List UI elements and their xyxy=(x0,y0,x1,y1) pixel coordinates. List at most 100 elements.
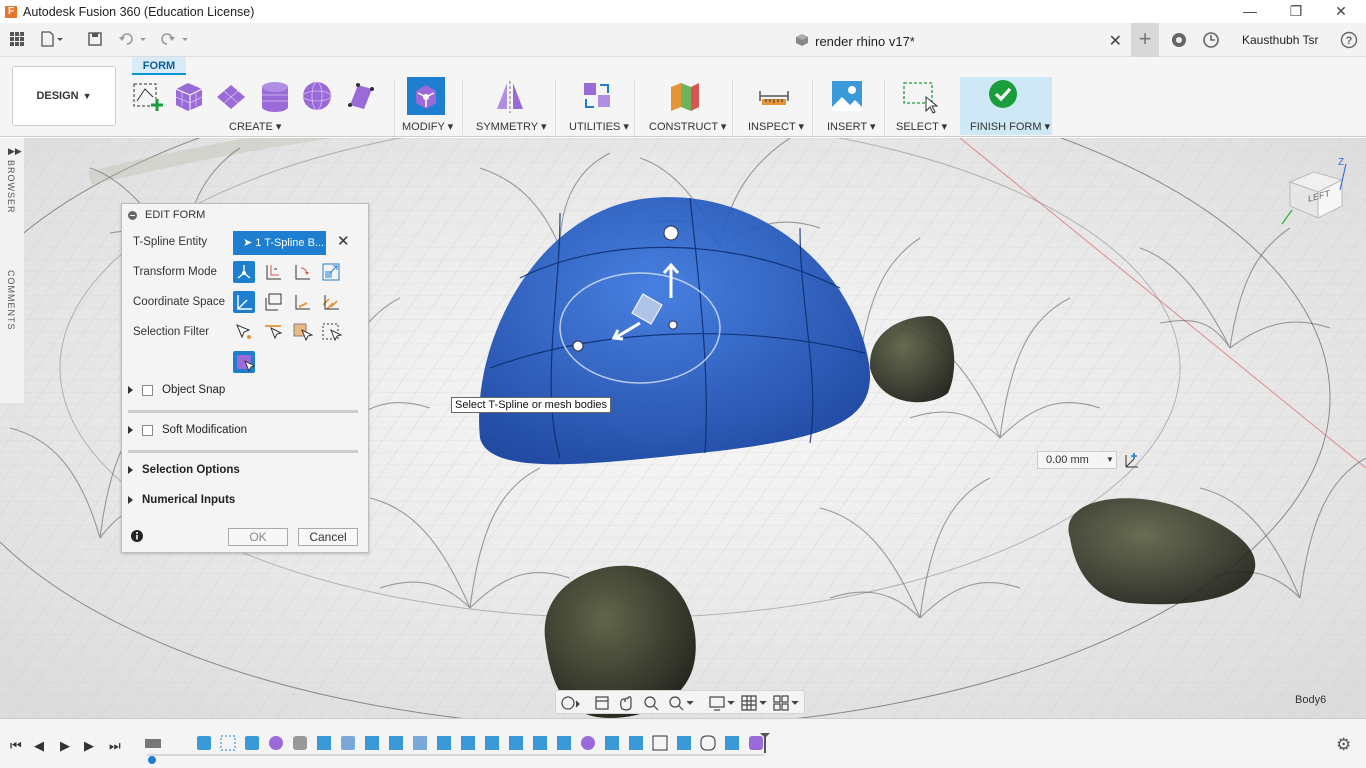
create-menu[interactable]: CREATE ▾ xyxy=(229,120,281,133)
component-icon xyxy=(795,33,809,50)
distance-dropdown-icon[interactable]: ▼ xyxy=(1106,455,1114,464)
step-back-icon[interactable]: ◀ xyxy=(34,738,44,754)
utilities-icon[interactable] xyxy=(580,79,614,113)
ribbon-toolbar: DESIGN ▼ FORM CREATE ▾ MODIFY ▾ SYMMETRY… xyxy=(0,57,1366,137)
world-space-icon[interactable] xyxy=(233,291,255,313)
expand-browser-icon[interactable]: ▶▶ xyxy=(8,146,22,157)
tab-form[interactable]: FORM xyxy=(132,57,186,75)
body-filter-icon[interactable] xyxy=(233,351,257,373)
object-filter-icon[interactable] xyxy=(320,321,343,343)
divider xyxy=(128,410,358,413)
title-bar: F Autodesk Fusion 360 (Education License… xyxy=(0,0,1366,23)
tspline-entity-value: 1 T-Spline B... xyxy=(255,237,325,249)
redo-icon[interactable] xyxy=(160,31,188,49)
step-forward-icon[interactable]: ▶ xyxy=(84,738,94,754)
restore-button[interactable]: ❐ xyxy=(1273,0,1319,23)
view-space-icon[interactable] xyxy=(262,291,284,313)
workspace-switcher[interactable]: DESIGN ▼ xyxy=(12,66,116,126)
construct-menu[interactable]: CONSTRUCT ▾ xyxy=(649,120,726,133)
user-account[interactable]: Kausthubh Tsr xyxy=(1242,33,1319,47)
multi-transform-icon[interactable] xyxy=(233,261,255,283)
tspline-entity-label: T-Spline Entity xyxy=(133,236,208,248)
comments-tab[interactable]: COMMENTS xyxy=(6,270,16,331)
file-menu-icon[interactable] xyxy=(40,31,63,49)
document-tab[interactable]: render rhino v17* ✕ xyxy=(580,29,1130,53)
extensions-icon[interactable] xyxy=(1170,31,1188,49)
edit-form-icon[interactable] xyxy=(407,77,445,115)
distance-value: 0.00 mm xyxy=(1046,454,1089,466)
construct-plane-icon[interactable] xyxy=(668,79,702,113)
distance-input[interactable]: 0.00 mm xyxy=(1037,451,1117,469)
app-grid-icon[interactable] xyxy=(8,31,26,49)
vertex-filter-icon[interactable] xyxy=(233,321,255,343)
divider xyxy=(128,450,358,453)
insert-menu[interactable]: INSERT ▾ xyxy=(827,120,876,133)
svg-text:?: ? xyxy=(1346,35,1353,47)
rotation-icon[interactable] xyxy=(291,261,313,283)
browser-tab[interactable]: BROWSER xyxy=(6,160,16,214)
document-title: render rhino v17* xyxy=(815,33,915,49)
finish-form-menu[interactable]: FINISH FORM ▾ xyxy=(970,120,1050,133)
per-entity-space-icon[interactable] xyxy=(320,291,342,313)
numerical-inputs-row[interactable]: Numerical Inputs xyxy=(128,494,235,506)
create-sphere-icon[interactable] xyxy=(300,79,334,113)
navigation-bar xyxy=(555,690,805,714)
soft-modification-checkbox[interactable] xyxy=(142,424,153,436)
selection-tooltip: Select T-Spline or mesh bodies xyxy=(451,397,612,413)
go-to-end-icon[interactable]: ⏭ xyxy=(109,738,121,754)
job-status-icon[interactable] xyxy=(1202,31,1220,49)
create-box-sketch-icon[interactable] xyxy=(131,79,165,113)
transform-mode-label: Transform Mode xyxy=(133,266,217,278)
timeline-settings-gear-icon[interactable]: ⚙ xyxy=(1336,735,1351,755)
collapse-panel-icon[interactable] xyxy=(128,210,137,220)
go-to-start-icon[interactable]: ⏮ xyxy=(10,738,22,754)
create-face-icon[interactable] xyxy=(344,79,378,113)
measure-icon[interactable] xyxy=(757,79,791,113)
soft-modification-row[interactable]: Soft Modification xyxy=(128,424,247,436)
scale-icon[interactable] xyxy=(320,261,342,283)
play-icon[interactable]: ▶ xyxy=(60,738,70,754)
insert-canvas-icon[interactable] xyxy=(830,79,864,113)
symmetry-menu[interactable]: SYMMETRY ▾ xyxy=(476,120,547,133)
local-space-icon[interactable] xyxy=(291,291,313,313)
create-box-icon[interactable] xyxy=(172,79,206,113)
create-cylinder-icon[interactable] xyxy=(258,79,292,113)
close-document-button[interactable]: ✕ xyxy=(1109,31,1122,51)
ok-button[interactable]: OK xyxy=(228,528,288,546)
select-menu[interactable]: SELECT ▾ xyxy=(896,120,947,133)
help-icon[interactable]: ? xyxy=(1340,31,1358,49)
tspline-entity-selector[interactable]: ➤ 1 T-Spline B... xyxy=(233,231,326,255)
manipulator-toggle-icon[interactable] xyxy=(1123,451,1141,472)
translation-icon[interactable] xyxy=(262,261,284,283)
chevron-down-icon: ▼ xyxy=(82,91,92,101)
object-snap-checkbox[interactable] xyxy=(142,384,153,396)
selection-options-row[interactable]: Selection Options xyxy=(128,464,240,476)
clear-selection-icon[interactable]: ✕ xyxy=(337,232,350,250)
cancel-button[interactable]: Cancel xyxy=(298,528,358,546)
timeline: ⏮ ◀ ▶ ▶ ⏭ ⚙ xyxy=(0,718,1366,768)
save-icon[interactable] xyxy=(86,31,104,49)
cursor-arrow-icon: ➤ xyxy=(243,237,253,249)
info-icon[interactable] xyxy=(131,530,143,545)
edit-form-panel: EDIT FORM T-Spline Entity ➤ 1 T-Spline B.… xyxy=(121,203,369,553)
modify-menu[interactable]: MODIFY ▾ xyxy=(402,120,453,133)
edge-filter-icon[interactable] xyxy=(262,321,284,343)
expand-arrow-icon xyxy=(128,496,133,504)
edit-form-header[interactable]: EDIT FORM xyxy=(122,204,368,226)
undo-icon[interactable] xyxy=(118,31,146,49)
face-filter-icon[interactable] xyxy=(291,321,314,343)
close-window-button[interactable]: ✕ xyxy=(1318,0,1364,23)
symmetry-icon[interactable] xyxy=(493,79,527,113)
finish-form-check-icon[interactable] xyxy=(988,79,1022,113)
new-tab-button[interactable]: + xyxy=(1131,23,1159,57)
coordinate-space-label: Coordinate Space xyxy=(133,296,226,308)
utilities-menu[interactable]: UTILITIES ▾ xyxy=(569,120,629,133)
create-plane-icon[interactable] xyxy=(214,79,248,113)
minimize-button[interactable]: — xyxy=(1227,0,1273,23)
z-axis-label: Z xyxy=(1338,157,1345,168)
window-select-icon[interactable] xyxy=(902,79,939,114)
workspace-label: DESIGN xyxy=(36,90,79,102)
edit-form-title: EDIT FORM xyxy=(145,209,206,221)
inspect-menu[interactable]: INSPECT ▾ xyxy=(748,120,804,133)
object-snap-row[interactable]: Object Snap xyxy=(128,384,225,396)
